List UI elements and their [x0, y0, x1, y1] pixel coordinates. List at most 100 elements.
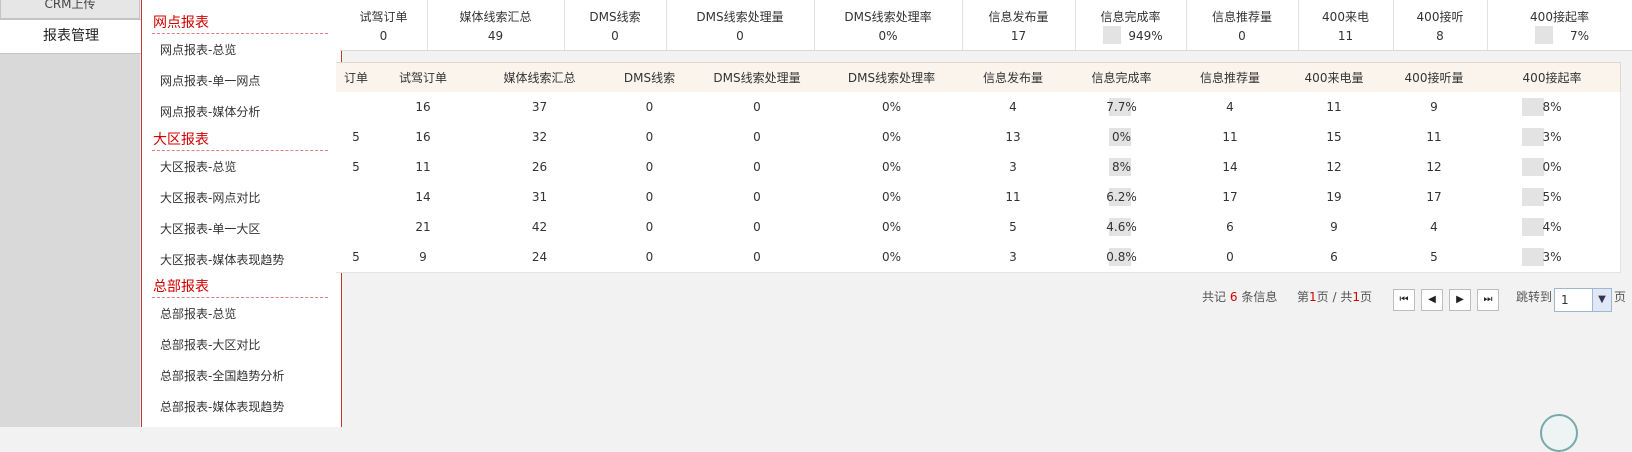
table-cell-text: 42 [531, 220, 548, 234]
table-cell: 4.6% [1067, 212, 1177, 243]
table-cell: 14 [1176, 152, 1285, 183]
menu-item-branch-overview[interactable]: 网点报表-总览 [160, 41, 236, 58]
table-cell-text: 21 [415, 220, 431, 234]
page-jump-value: 1 [1561, 293, 1569, 307]
table-cell-text: 9 [419, 250, 427, 264]
left-nav: CRM上传 报表管理 [0, 0, 142, 427]
table-cell-text: 5 [1430, 250, 1438, 264]
table-cell: 0 [690, 92, 825, 123]
table-cell: 12 [1284, 152, 1385, 183]
table-cell-text: 0% [1542, 160, 1562, 174]
table-cell: 4 [1176, 92, 1285, 123]
menu-group-region-title: 大区报表 [153, 132, 209, 148]
table-cell-text: 11 [1326, 100, 1342, 114]
summary-value: 11 [1337, 29, 1354, 43]
summary-value: 49 [487, 29, 504, 43]
menu-item-hq-national-trend[interactable]: 总部报表-全国趋势分析 [160, 367, 284, 384]
table-cell-text: 15 [1326, 130, 1342, 144]
menu-divider [152, 297, 328, 298]
table-cell: 8% [1484, 92, 1621, 123]
table-cell-text: 8% [1111, 160, 1132, 174]
page-jump-select[interactable]: 1 ▼ [1554, 288, 1612, 312]
table-cell-text: 5% [1542, 190, 1562, 204]
summary-value: 0 [1238, 29, 1246, 43]
table-header-cell: 信息推荐量 [1176, 62, 1285, 94]
table-cell-text: 16 [415, 100, 431, 114]
summary-label: DMS线索 [589, 10, 641, 24]
table-cell-text: 0% [881, 130, 902, 144]
table-cell-text: 4 [1009, 100, 1017, 114]
table-cell-text: 6 [1226, 220, 1234, 234]
last-page-icon[interactable]: ⏭ [1477, 289, 1499, 311]
table-cell-text: 0 [753, 220, 761, 234]
table-cell: 5% [1484, 182, 1621, 213]
table-cell: 0.8% [1067, 242, 1177, 273]
menu-item-branch-media[interactable]: 网点报表-媒体分析 [160, 103, 260, 120]
table-cell: 0 [690, 152, 825, 183]
summary-value: 17 [1010, 29, 1027, 43]
chevron-down-icon[interactable]: ▼ [1592, 289, 1611, 311]
menu-item-hq-media-trend[interactable]: 总部报表-媒体表现趋势 [160, 398, 284, 415]
table-cell: 0 [1176, 242, 1285, 273]
jump-suffix: 页 [1614, 290, 1627, 304]
table-cell-text: 11 [1222, 130, 1238, 144]
summary-value: 7% [1569, 29, 1590, 43]
table-cell: 24 [470, 242, 610, 273]
table-cell: 0 [609, 212, 691, 243]
menu-item-region-overview[interactable]: 大区报表-总览 [160, 158, 236, 175]
logo-icon [1540, 414, 1578, 452]
table-cell: 8% [1067, 152, 1177, 183]
table-cell: 4% [1484, 212, 1621, 243]
table-cell-text: 7.7% [1106, 100, 1137, 114]
table-cell: 0 [609, 242, 691, 273]
table-cell-text: 4.6% [1106, 220, 1137, 234]
table-cell: 11 [1384, 122, 1485, 153]
table-cell: 3 [959, 152, 1068, 183]
table-cell: 5 [1384, 242, 1485, 273]
menu-group-branch-title: 网点报表 [153, 15, 209, 31]
pager-total-pages: 1 [1352, 290, 1360, 304]
prev-page-icon[interactable]: ◀ [1421, 289, 1443, 311]
table-cell: 0 [609, 92, 691, 123]
table-cell: 5 [336, 152, 377, 183]
table-header-cell: 试驾订单 [376, 62, 471, 94]
pager-total-prefix: 共记 [1202, 290, 1227, 304]
table-cell-text: 24 [531, 250, 548, 264]
table-cell-text: 0 [753, 250, 761, 264]
summary-value: 0% [878, 29, 898, 43]
table-cell-text: 0% [881, 250, 902, 264]
table-cell: 0 [690, 122, 825, 153]
table-header-cell: 400接听量 [1384, 62, 1485, 94]
summary-cell: DMS线索 0 [564, 0, 667, 50]
nav-report-management[interactable]: 报表管理 [0, 19, 142, 54]
first-page-icon[interactable]: ⏮ [1393, 289, 1415, 311]
menu-item-region-compare[interactable]: 大区报表-网点对比 [160, 189, 260, 206]
menu-item-branch-single[interactable]: 网点报表-单一网点 [160, 72, 260, 89]
table-cell-text: 9 [1430, 100, 1438, 114]
next-page-icon[interactable]: ▶ [1449, 289, 1471, 311]
menu-item-region-single[interactable]: 大区报表-单一大区 [160, 220, 260, 237]
table-cell-text: 11 [1426, 130, 1442, 144]
table-cell: 9 [1384, 92, 1485, 123]
summary-cell: 信息完成率 949% [1075, 0, 1187, 50]
menu-item-hq-overview[interactable]: 总部报表-总览 [160, 305, 236, 322]
table-cell-text: 3% [1542, 130, 1562, 144]
summary-label: 信息推荐量 [1211, 10, 1272, 24]
menu-item-hq-compare[interactable]: 总部报表-大区对比 [160, 336, 260, 353]
table-cell: 17 [1176, 182, 1285, 213]
nav-crm-upload[interactable]: CRM上传 [0, 0, 140, 19]
table-cell-text: 14 [1222, 160, 1238, 174]
table-cell: 11 [1176, 122, 1285, 153]
table-cell: 0% [1067, 122, 1177, 153]
table-cell: 26 [470, 152, 610, 183]
table-cell-text: 0% [881, 190, 902, 204]
table-cell-text: 12 [1326, 160, 1342, 174]
table-cell-text: 5 [352, 130, 360, 144]
table-cell-text: 26 [531, 160, 548, 174]
menu-item-region-trend[interactable]: 大区报表-媒体表现趋势 [160, 251, 284, 268]
table-cell-text: 0 [753, 160, 761, 174]
table-cell: 5 [959, 212, 1068, 243]
table-cell: 0% [824, 212, 960, 243]
summary-value: 8 [1436, 29, 1444, 43]
table-cell-text: 0% [881, 160, 902, 174]
